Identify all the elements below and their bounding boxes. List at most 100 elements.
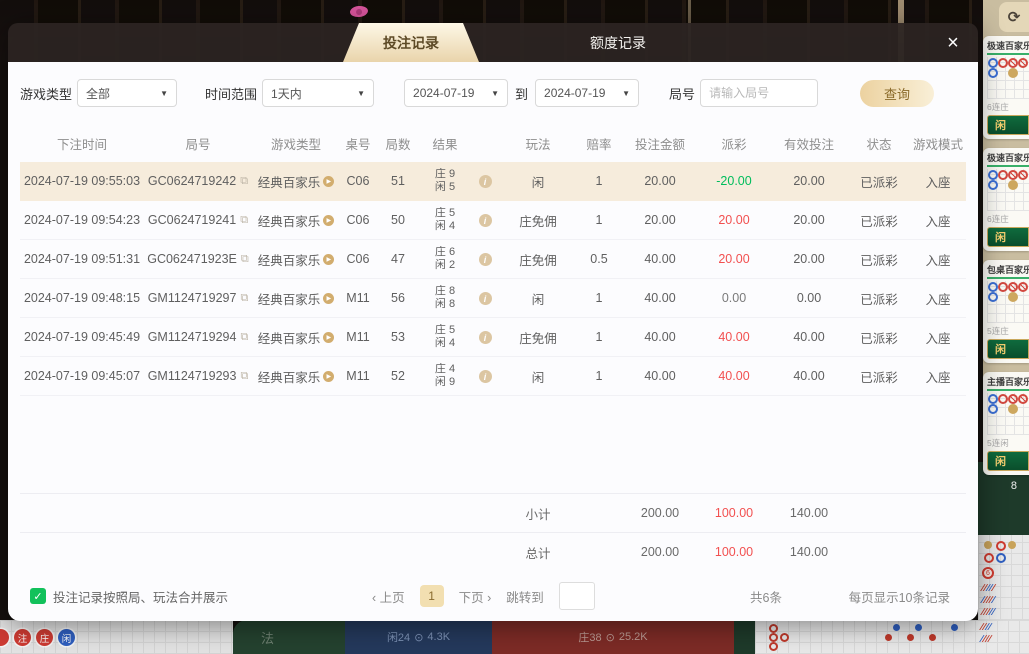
roadmap-panel: 6 ∕∕∕∕∕ ∕∕∕∕∕ ∕∕∕∕∕	[978, 535, 1029, 620]
col-header: 游戏类型	[252, 134, 340, 153]
cell-valid-bet: 0.00	[770, 291, 848, 305]
copy-icon[interactable]: ⧉	[240, 214, 248, 227]
prev-page-button[interactable]: ‹ 上页	[372, 587, 405, 606]
cell-payout: -20.00	[698, 174, 770, 188]
copy-icon[interactable]: ⧉	[240, 175, 248, 188]
col-header: 游戏模式	[910, 134, 966, 153]
tab-quota-records[interactable]: 额度记录	[548, 23, 688, 62]
query-button[interactable]: 查询	[860, 80, 934, 107]
table-row[interactable]: 2024-07-19 09:45:07 GM1124719293 ⧉ 经典百家乐…	[20, 357, 966, 396]
streak-label: 6连庄	[987, 213, 1029, 225]
bead-road-mini	[987, 393, 1029, 435]
cell-result: 庄 9 闲 5	[420, 168, 470, 194]
cell-bet-time: 2024-07-19 09:54:23	[20, 213, 144, 227]
bead-marker	[0, 629, 9, 646]
cell-round-no: 56	[376, 291, 420, 305]
col-header: 桌号	[340, 134, 376, 153]
table-row[interactable]: 2024-07-19 09:51:31 GC062471923E ⧉ 经典百家乐…	[20, 240, 966, 279]
table-row[interactable]: 2024-07-19 09:48:15 GM1124719297 ⧉ 经典百家乐…	[20, 279, 966, 318]
cell-status: 已派彩	[848, 289, 910, 308]
cell-round-no: 47	[376, 252, 420, 266]
info-icon[interactable]: i	[479, 253, 492, 266]
cell-odds: 1	[576, 213, 622, 227]
table-row[interactable]: 2024-07-19 09:54:23 GC0624719241 ⧉ 经典百家乐…	[20, 201, 966, 240]
refresh-button[interactable]: ⟳	[999, 2, 1029, 32]
filter-bar: 游戏类型 全部 ▼ 时间范围 1天内 ▼ 2024-07-19 ▼ 到	[20, 62, 966, 124]
cell-result: 庄 6 闲 2	[420, 246, 470, 272]
cell-result-info: i	[470, 252, 500, 267]
big-road-panel: ∕∕∕∕ ∕∕∕∕	[755, 620, 1029, 654]
cell-bet-amount: 40.00	[622, 330, 698, 344]
cell-game-type: 经典百家乐 ▶	[252, 367, 340, 386]
table-header-row: 下注时间 局号 游戏类型 桌号 局数 结果 玩法 赔率 投注金额 派彩 有效投注…	[20, 124, 966, 162]
game-play-icon[interactable]: ▶	[323, 371, 334, 382]
jump-page-input[interactable]	[559, 582, 595, 610]
time-range-select[interactable]: 1天内 ▼	[262, 79, 374, 107]
player-quick-bet-button[interactable]: 闲	[987, 227, 1029, 247]
cell-game-mode: 入座	[910, 289, 966, 308]
betting-records-modal: 投注记录 额度记录 × 游戏类型 全部 ▼ 时间范围 1天内 ▼	[8, 23, 978, 621]
game-play-icon[interactable]: ▶	[323, 215, 334, 226]
player-quick-bet-button[interactable]: 闲	[987, 339, 1029, 359]
info-icon[interactable]: i	[479, 370, 492, 383]
cell-play-type: 庄免佣	[500, 250, 576, 269]
banker-amount: 25.2K	[619, 631, 648, 643]
total-row: 总计 200.00 100.00 140.00	[20, 532, 966, 571]
cell-status: 已派彩	[848, 211, 910, 230]
countdown-badge: 8	[1011, 480, 1017, 492]
copy-icon[interactable]: ⧉	[241, 253, 249, 266]
copy-icon[interactable]: ⧉	[240, 292, 248, 305]
date-from-select[interactable]: 2024-07-19 ▼	[404, 79, 508, 107]
copy-icon[interactable]: ⧉	[240, 370, 248, 383]
date-to-select[interactable]: 2024-07-19 ▼	[535, 79, 639, 107]
lobby-table-card[interactable]: 包桌百家乐 5连庄 闲	[983, 260, 1029, 363]
game-play-icon[interactable]: ▶	[323, 254, 334, 265]
lobby-table-card[interactable]: 主播百家乐 5连闲 闲	[983, 372, 1029, 475]
table-card-underline	[987, 165, 1029, 167]
cell-bet-amount: 20.00	[622, 213, 698, 227]
cell-odds: 0.5	[576, 252, 622, 266]
game-play-icon[interactable]: ▶	[323, 332, 334, 343]
table-edge	[734, 620, 755, 654]
bead-marker: 注	[14, 629, 31, 646]
table-body: 2024-07-19 09:55:03 GC0624719242 ⧉ 经典百家乐…	[20, 162, 966, 396]
merge-checkbox[interactable]: ✓	[30, 588, 46, 604]
chevron-down-icon: ▼	[357, 89, 365, 98]
page-number[interactable]: 1	[420, 585, 444, 607]
info-icon[interactable]: i	[479, 214, 492, 227]
close-icon[interactable]: ×	[941, 31, 965, 55]
cell-result: 庄 5 闲 4	[420, 207, 470, 233]
road-bead	[780, 633, 789, 642]
time-range-label: 时间范围	[205, 84, 257, 103]
info-icon[interactable]: i	[479, 175, 492, 188]
next-page-button[interactable]: 下页 ›	[459, 587, 492, 606]
player-quick-bet-button[interactable]: 闲	[987, 451, 1029, 471]
table-row[interactable]: 2024-07-19 09:55:03 GC0624719242 ⧉ 经典百家乐…	[20, 162, 966, 201]
info-icon[interactable]: i	[479, 331, 492, 344]
cell-game-mode: 入座	[910, 328, 966, 347]
cell-result-info: i	[470, 291, 500, 306]
lobby-table-card[interactable]: 极速百家乐 6连庄 闲	[983, 36, 1029, 139]
game-play-icon[interactable]: ▶	[323, 293, 334, 304]
table-card-title: 主播百家乐	[987, 375, 1029, 388]
cell-bet-amount: 40.00	[622, 291, 698, 305]
road-bead	[996, 553, 1006, 563]
player-bet-zone[interactable]: 闲24 ⊙ 4.3K	[345, 620, 492, 654]
check-icon: ✓	[33, 590, 42, 603]
round-id-input[interactable]	[700, 79, 818, 107]
table-row[interactable]: 2024-07-19 09:45:49 GM1124719294 ⧉ 经典百家乐…	[20, 318, 966, 357]
road-bead	[769, 624, 778, 633]
game-type-select[interactable]: 全部 ▼	[77, 79, 177, 107]
col-header: 下注时间	[20, 134, 144, 153]
cell-payout: 20.00	[698, 252, 770, 266]
bead-marker: 庄	[36, 629, 53, 646]
player-quick-bet-button[interactable]: 闲	[987, 115, 1029, 135]
tab-betting-records[interactable]: 投注记录	[343, 23, 479, 62]
total-label: 总计	[500, 543, 576, 562]
game-play-icon[interactable]: ▶	[323, 176, 334, 187]
jump-to-label: 跳转到	[506, 587, 544, 606]
info-icon[interactable]: i	[479, 292, 492, 305]
copy-icon[interactable]: ⧉	[240, 331, 248, 344]
lobby-table-card[interactable]: 极速百家乐 6连庄 闲	[983, 148, 1029, 251]
banker-bet-zone[interactable]: 庄38 ⊙ 25.2K	[492, 620, 734, 654]
